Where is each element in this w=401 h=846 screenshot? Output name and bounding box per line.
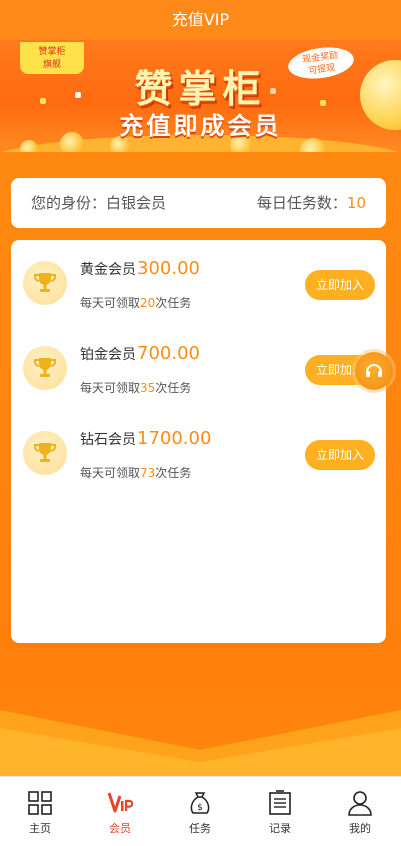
tab-home[interactable]: 主页 — [0, 777, 80, 846]
tier-desc-suffix: 次任务 — [155, 381, 192, 395]
tier-description: 每天可领取20次任务 — [80, 294, 191, 311]
headset-icon — [366, 364, 382, 377]
tier-price: 700.00 — [137, 343, 200, 364]
tier-desc-prefix: 每天可领取 — [80, 466, 141, 480]
tier-price: 1700.00 — [137, 428, 212, 449]
promo-banner[interactable]: 赞掌柜 旗舰 现金奖励 可提现 赞掌柜 充值即成会员 — [0, 40, 401, 152]
identity-card: 您的身份：白银会员 每日任务数：10 — [11, 178, 386, 228]
tier-name: 钻石会员 — [80, 432, 136, 448]
tier-name: 铂金会员 — [80, 347, 136, 363]
tab-label: 任务 — [189, 822, 211, 835]
money-bag-icon: $ — [190, 792, 210, 814]
tier-title: 铂金会员700.00 — [80, 343, 200, 364]
svg-text:$: $ — [197, 803, 203, 813]
tab-profile[interactable]: 我的 — [320, 777, 400, 846]
membership-list: 黄金会员300.00 每天可领取20次任务 立即加入 铂金会员700.00 每天… — [11, 240, 386, 643]
tab-records[interactable]: 记录 — [240, 777, 320, 846]
grid-icon — [28, 791, 52, 815]
tier-title: 钻石会员1700.00 — [80, 428, 211, 449]
membership-row-platinum: 铂金会员700.00 每天可领取35次任务 立即加入 — [11, 329, 386, 409]
daily-task-number: 10 — [346, 194, 366, 212]
page-title: 充值VIP — [171, 10, 230, 29]
banner-title: 赞掌柜 — [134, 66, 267, 111]
tier-desc-prefix: 每天可领取 — [80, 381, 141, 395]
membership-row-diamond: 钻石会员1700.00 每天可领取73次任务 立即加入 — [11, 414, 386, 494]
tab-label: 记录 — [269, 822, 291, 835]
tier-price: 300.00 — [137, 258, 200, 279]
page-header: 充值VIP — [0, 0, 401, 40]
tab-label: 主页 — [29, 822, 51, 835]
tab-label: 我的 — [349, 822, 371, 835]
customer-service-button[interactable] — [355, 352, 393, 390]
tier-desc-suffix: 次任务 — [155, 296, 192, 310]
tier-task-count: 20 — [140, 296, 156, 310]
trophy-icon — [23, 261, 67, 305]
tier-desc-suffix: 次任务 — [155, 466, 192, 480]
daily-task-count: 每日任务数：10 — [257, 178, 366, 228]
user-icon — [348, 791, 372, 816]
tier-description: 每天可领取73次任务 — [80, 464, 191, 481]
tier-task-count: 35 — [140, 381, 156, 395]
document-icon — [269, 790, 291, 815]
join-button-gold[interactable]: 立即加入 — [305, 270, 375, 300]
tier-task-count: 73 — [140, 466, 156, 480]
banner-coin — [20, 140, 38, 152]
identity-label: 您的身份：白银会员 — [31, 194, 167, 212]
membership-row-gold: 黄金会员300.00 每天可领取20次任务 立即加入 — [11, 244, 386, 324]
tab-label: 会员 — [109, 822, 131, 835]
tier-title: 黄金会员300.00 — [80, 258, 200, 279]
bottom-tab-bar: 主页 会员 $ 任务 记录 我的 — [0, 776, 401, 846]
tab-tasks[interactable]: $ 任务 — [160, 777, 240, 846]
tier-desc-prefix: 每天可领取 — [80, 296, 141, 310]
join-button-diamond[interactable]: 立即加入 — [305, 440, 375, 470]
decorative-chevron — [0, 710, 401, 780]
daily-task-label: 每日任务数： — [256, 194, 347, 212]
trophy-icon — [23, 431, 67, 475]
trophy-icon — [23, 346, 67, 390]
vip-icon — [107, 792, 133, 813]
page: 充值VIP 赞掌柜 旗舰 现金奖励 可提现 赞掌柜 充值即成会员 您的身份：白银… — [0, 0, 401, 846]
tier-description: 每天可领取35次任务 — [80, 379, 191, 396]
banner-subtitle: 充值即成会员 — [119, 112, 282, 140]
tab-vip[interactable]: 会员 — [80, 777, 160, 846]
tier-name: 黄金会员 — [80, 262, 136, 278]
